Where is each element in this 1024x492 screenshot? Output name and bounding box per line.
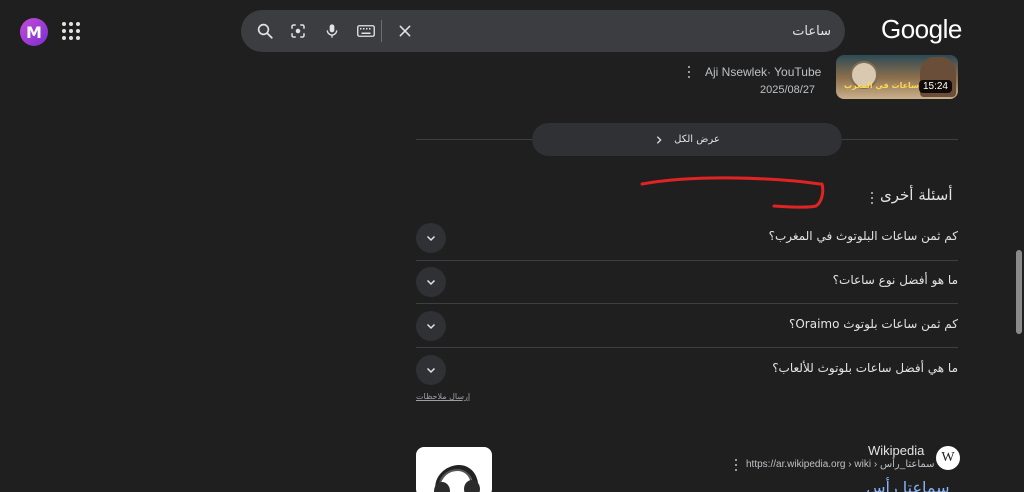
- paa-question-text: ما هي أفضل ساعات بلوتوث للألعاب؟: [772, 361, 958, 375]
- feedback-link[interactable]: إرسال ملاحظات: [416, 392, 470, 401]
- paa-heading: أسئلة أخرى: [880, 186, 953, 204]
- account-avatar[interactable]: M: [20, 18, 48, 46]
- paa-question[interactable]: ما هي أفضل ساعات بلوتوث للألعاب؟: [416, 348, 958, 392]
- headphones-icon: [434, 465, 480, 492]
- top-bar: M Google: [0, 0, 1024, 62]
- clear-icon[interactable]: [393, 19, 417, 43]
- search-divider: [381, 20, 382, 42]
- scrollbar-thumb[interactable]: [1016, 250, 1022, 334]
- video-duration: 15:24: [918, 80, 952, 93]
- paa-more-icon[interactable]: [870, 192, 874, 204]
- keyboard-icon[interactable]: [354, 19, 378, 43]
- search-icon[interactable]: [253, 19, 277, 43]
- paa-question-text: ما هو أفضل نوع ساعات؟: [832, 273, 958, 287]
- result-site-name[interactable]: Wikipedia: [868, 443, 924, 458]
- search-input[interactable]: [431, 10, 831, 52]
- paa-question-text: كم ثمن ساعات بلوتوث Oraimo؟: [788, 317, 958, 331]
- paa-question[interactable]: ما هو أفضل نوع ساعات؟: [416, 260, 958, 304]
- chevron-down-icon[interactable]: [416, 267, 446, 297]
- chevron-down-icon[interactable]: [416, 223, 446, 253]
- paa-question-text: كم ثمن ساعات البلوتوث في المغرب؟: [768, 229, 958, 243]
- more-options-icon[interactable]: [687, 66, 691, 78]
- paa-question[interactable]: كم ثمن ساعات بلوتوث Oraimo؟: [416, 304, 958, 348]
- result-title-link[interactable]: سماعتا رأس: [866, 478, 950, 492]
- search-bar: [241, 10, 845, 52]
- chevron-down-icon[interactable]: [416, 311, 446, 341]
- video-date: 2025/08/27: [760, 84, 816, 96]
- wikipedia-favicon[interactable]: W: [936, 446, 960, 470]
- see-all-button[interactable]: عرض الكل: [532, 123, 842, 156]
- google-logo[interactable]: Google: [881, 14, 962, 45]
- wikipedia-favicon-letter: W: [941, 450, 955, 465]
- headphones-thumbnail[interactable]: [416, 447, 492, 492]
- chevron-down-icon[interactable]: [416, 355, 446, 385]
- result-url[interactable]: https://ar.wikipedia.org › wiki › سماعتا…: [746, 459, 935, 470]
- more-options-icon[interactable]: [734, 459, 738, 471]
- apps-grid-icon[interactable]: [62, 22, 80, 40]
- lens-icon[interactable]: [286, 19, 310, 43]
- see-all-label: عرض الكل: [674, 134, 720, 145]
- paa-question[interactable]: كم ثمن ساعات البلوتوث في المغرب؟: [416, 216, 958, 260]
- red-arrow-annotation-icon: [640, 176, 825, 209]
- microphone-icon[interactable]: [320, 19, 344, 43]
- chevron-right-icon: [657, 135, 662, 144]
- video-thumbnail[interactable]: أفضل ساعات في المغرب 15:24: [836, 55, 958, 99]
- video-source: Aji Nsewlek· YouTube: [705, 65, 822, 79]
- avatar-letter: M: [26, 22, 42, 42]
